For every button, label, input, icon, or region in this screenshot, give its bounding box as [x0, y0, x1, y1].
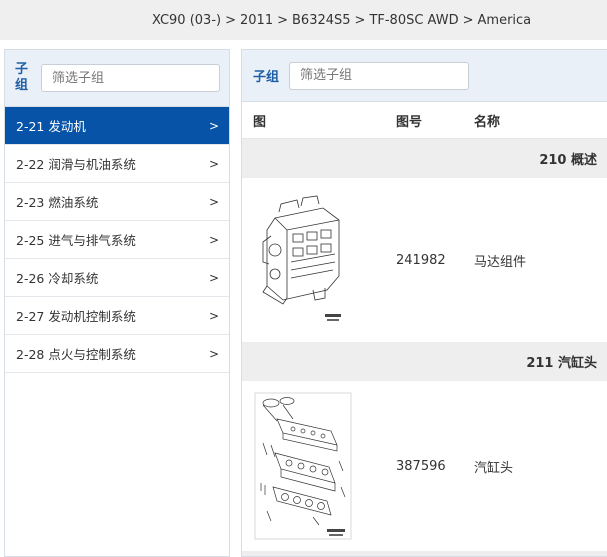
sidebar-item-label: 2-28 点火与控制系统: [16, 347, 136, 362]
chevron-right-icon: >: [208, 232, 219, 247]
part-thumbnail-cell: [242, 391, 396, 541]
chevron-right-icon: >: [208, 194, 219, 209]
part-name[interactable]: 汽缸头: [474, 457, 607, 476]
parts-panel: 子组 图 图号 名称 210 概述: [241, 49, 607, 557]
sidebar-item-label: 2-25 进气与排气系统: [16, 233, 136, 248]
sidebar-item-2-26[interactable]: 2-26 冷却系统 >: [5, 259, 229, 297]
column-header-number: 图号: [396, 114, 423, 130]
breadcrumb-model[interactable]: XC90 (03-): [152, 13, 221, 28]
chevron-right-icon: >: [208, 308, 219, 323]
subgroup-list: 2-21 发动机 > 2-22 润滑与机油系统 > 2-23 燃油系统 > 2-…: [5, 107, 229, 373]
sidebar-item-label: 2-22 润滑与机油系统: [16, 157, 136, 172]
part-number[interactable]: 241982: [396, 253, 474, 268]
breadcrumb-engine[interactable]: B6324S5: [292, 13, 351, 28]
breadcrumb-separator: >: [354, 12, 366, 28]
sidebar-item-2-25[interactable]: 2-25 进气与排气系统 >: [5, 221, 229, 259]
sidebar-item-2-28[interactable]: 2-28 点火与控制系统 >: [5, 335, 229, 373]
next-group-row: [242, 551, 607, 556]
breadcrumb-market[interactable]: America: [478, 13, 532, 28]
group-row-211: 211 汽缸头: [242, 342, 607, 381]
breadcrumb-separator: >: [277, 12, 288, 28]
sidebar-item-label: 2-27 发动机控制系统: [16, 309, 136, 324]
breadcrumb-year[interactable]: 2011: [240, 13, 273, 28]
table-row[interactable]: 241982 马达组件: [242, 178, 607, 342]
parts-filter-input[interactable]: [289, 61, 470, 90]
sidebar-filter-input[interactable]: [41, 64, 220, 92]
breadcrumb: XC90 (03-) > 2011 > B6324S5 > TF-80SC AW…: [0, 0, 607, 40]
breadcrumb-separator: >: [225, 12, 236, 28]
column-header-image: 图: [253, 114, 267, 130]
part-number[interactable]: 387596: [396, 459, 474, 474]
breadcrumb-separator: >: [462, 12, 474, 28]
sidebar-item-2-23[interactable]: 2-23 燃油系统 >: [5, 183, 229, 221]
sidebar-item-2-21[interactable]: 2-21 发动机 >: [5, 107, 229, 145]
table-row[interactable]: 387596 汽缸头: [242, 381, 607, 551]
sidebar-item-label: 2-21 发动机: [16, 119, 86, 134]
chevron-right-icon: >: [208, 346, 219, 361]
breadcrumb-transmission[interactable]: TF-80SC AWD: [369, 13, 458, 28]
sidebar-item-label: 2-26 冷却系统: [16, 271, 99, 286]
group-row-210: 210 概述: [242, 139, 607, 178]
sidebar-header: 子组: [5, 50, 229, 107]
group-title: 211 汽缸头: [526, 356, 597, 371]
engine-assembly-icon[interactable]: [253, 190, 353, 330]
parts-panel-title: 子组: [253, 70, 280, 85]
parts-header: 子组: [242, 50, 607, 102]
column-header-name: 名称: [474, 114, 501, 130]
sidebar-title: 子组: [15, 62, 29, 93]
chevron-right-icon: >: [208, 118, 219, 133]
subgroup-sidebar: 子组 2-21 发动机 > 2-22 润滑与机油系统 > 2-23 燃油系统 >…: [4, 49, 230, 557]
part-name[interactable]: 马达组件: [474, 251, 607, 270]
sidebar-item-2-27[interactable]: 2-27 发动机控制系统 >: [5, 297, 229, 335]
sidebar-item-2-22[interactable]: 2-22 润滑与机油系统 >: [5, 145, 229, 183]
chevron-right-icon: >: [208, 156, 219, 171]
chevron-right-icon: >: [208, 270, 219, 285]
cylinder-head-icon[interactable]: [253, 391, 353, 541]
sidebar-item-label: 2-23 燃油系统: [16, 195, 99, 210]
group-title: 210 概述: [539, 153, 597, 168]
part-thumbnail-cell: [242, 190, 396, 330]
parts-table-header: 图 图号 名称: [242, 102, 607, 139]
